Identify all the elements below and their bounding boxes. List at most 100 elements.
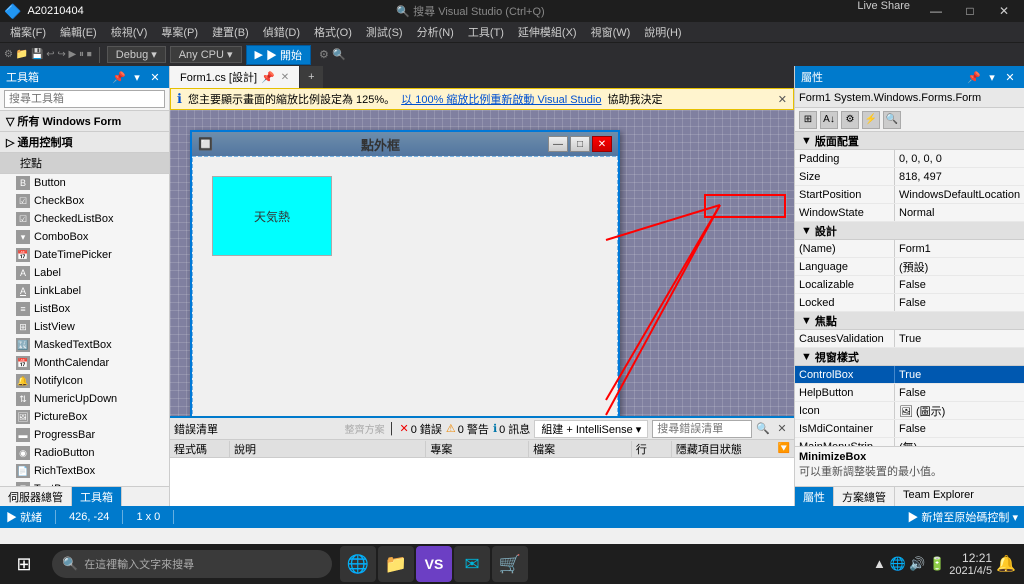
- props-val-language[interactable]: (預設): [895, 258, 1024, 275]
- props-section-windowstyle[interactable]: ▼ 視窗樣式: [795, 348, 1024, 366]
- menu-tools[interactable]: 工具(T): [462, 22, 510, 42]
- taskbar-app-vs[interactable]: VS: [416, 546, 452, 582]
- props-close-button[interactable]: ✕: [1002, 69, 1018, 85]
- props-row-padding[interactable]: Padding 0, 0, 0, 0: [795, 150, 1024, 168]
- menu-project[interactable]: 專案(P): [155, 22, 204, 42]
- form-body[interactable]: 天気熱: [192, 156, 618, 416]
- filter-icon-button[interactable]: 🔍: [756, 422, 770, 435]
- taskbar-search-box[interactable]: 🔍 在這裡輸入文字來搜尋: [52, 550, 332, 578]
- toolbox-item-linklabel[interactable]: A LinkLabel: [0, 282, 169, 300]
- error-count-badge[interactable]: ✕ 0 錯誤: [399, 421, 441, 437]
- toolbox-item-button[interactable]: B Button: [0, 174, 169, 192]
- menu-view[interactable]: 檢視(V): [105, 22, 154, 42]
- tab-solution-explorer[interactable]: 方案總管: [834, 487, 895, 506]
- props-val-controlbox[interactable]: True: [895, 366, 1024, 383]
- menu-extensions[interactable]: 延伸模組(X): [512, 22, 583, 42]
- warning-count-badge[interactable]: ⚠ 0 警告: [446, 421, 489, 437]
- toolbox-item-progressbar[interactable]: ▬ ProgressBar: [0, 426, 169, 444]
- props-row-name[interactable]: (Name) Form1: [795, 240, 1024, 258]
- toolbox-item-numericupdown[interactable]: ⇅ NumericUpDown: [0, 390, 169, 408]
- props-properties-icon[interactable]: ⚙: [841, 111, 859, 129]
- maximize-button[interactable]: □: [954, 0, 986, 22]
- taskbar-app-explorer[interactable]: 📁: [378, 546, 414, 582]
- toolbox-section-controls[interactable]: 控點: [0, 153, 169, 174]
- toolbox-item-maskedtextbox[interactable]: 🔣 MaskedTextBox: [0, 336, 169, 354]
- toolbox-tab[interactable]: 工具箱: [72, 487, 122, 506]
- start-button[interactable]: ▶ ▶ 開始: [246, 45, 312, 65]
- toolbox-item-listbox[interactable]: ≡ ListBox: [0, 300, 169, 318]
- props-menu-button[interactable]: ▾: [984, 69, 1000, 85]
- form-maximize-button[interactable]: □: [570, 136, 590, 152]
- menu-edit[interactable]: 編輯(E): [54, 22, 103, 42]
- menu-file[interactable]: 檔案(F): [4, 22, 52, 42]
- props-val-localizable[interactable]: False: [895, 276, 1024, 293]
- props-row-ismdicontainer[interactable]: IsMdiContainer False: [795, 420, 1024, 438]
- props-val-ismdicontainer[interactable]: False: [895, 420, 1024, 437]
- props-val-helpbutton[interactable]: False: [895, 384, 1024, 401]
- toolbox-item-radiobutton[interactable]: ◉ RadioButton: [0, 444, 169, 462]
- props-row-size[interactable]: Size 818, 497: [795, 168, 1024, 186]
- form-cyan-button[interactable]: 天気熱: [212, 176, 332, 256]
- toolbox-item-datetimepicker[interactable]: 📅 DateTimePicker: [0, 246, 169, 264]
- props-alphabetical-icon[interactable]: A↓: [820, 111, 838, 129]
- form-window[interactable]: 🔲 點外框 — □ ✕ 天気熱: [190, 130, 620, 416]
- props-row-localizable[interactable]: Localizable False: [795, 276, 1024, 294]
- tab-properties[interactable]: 屬性: [795, 487, 834, 506]
- props-section-design[interactable]: ▼ 設計: [795, 222, 1024, 240]
- form-close-button[interactable]: ✕: [592, 136, 612, 152]
- search-bar[interactable]: 🔍 搜尋 Visual Studio (Ctrl+Q): [396, 3, 544, 19]
- toolbox-close-button[interactable]: ✕: [147, 69, 163, 85]
- tab-form1-designer[interactable]: Form1.cs [設計] 📌 ✕: [170, 66, 300, 88]
- props-val-size[interactable]: 818, 497: [895, 168, 1024, 185]
- menu-build[interactable]: 建置(B): [206, 22, 255, 42]
- props-row-locked[interactable]: Locked False: [795, 294, 1024, 312]
- props-val-mainmenustrip[interactable]: (無): [895, 438, 1024, 446]
- toolbox-item-notifyicon[interactable]: 🔔 NotifyIcon: [0, 372, 169, 390]
- toolbox-item-combobox[interactable]: ▾ ComboBox: [0, 228, 169, 246]
- props-val-windowstate[interactable]: Normal: [895, 204, 1024, 221]
- hidden-filter-button[interactable]: 🔽: [774, 443, 794, 454]
- props-row-causesvalidation[interactable]: CausesValidation True: [795, 330, 1024, 348]
- tab-team-explorer[interactable]: Team Explorer: [895, 487, 982, 506]
- taskbar-app-store[interactable]: 🛒: [492, 546, 528, 582]
- props-events-icon[interactable]: ⚡: [862, 111, 880, 129]
- toolbox-item-checkbox[interactable]: ☑ CheckBox: [0, 192, 169, 210]
- menu-test[interactable]: 測試(S): [360, 22, 409, 42]
- cpu-dropdown[interactable]: Any CPU ▾: [170, 46, 242, 63]
- props-val-padding[interactable]: 0, 0, 0, 0: [895, 150, 1024, 167]
- toolbox-item-label[interactable]: A Label: [0, 264, 169, 282]
- minimize-button[interactable]: —: [920, 0, 952, 22]
- designer-area[interactable]: 🔲 點外框 — □ ✕ 天気熱: [170, 110, 794, 416]
- error-panel-close[interactable]: ✕: [774, 421, 790, 437]
- debug-dropdown[interactable]: Debug ▾: [107, 46, 166, 63]
- toolbox-item-picturebox[interactable]: 🖼 PictureBox: [0, 408, 169, 426]
- toolbox-menu-button[interactable]: ▾: [129, 69, 145, 85]
- props-val-causesvalidation[interactable]: True: [895, 330, 1024, 347]
- props-row-windowstate[interactable]: WindowState Normal: [795, 204, 1024, 222]
- props-val-name[interactable]: Form1: [895, 240, 1024, 257]
- toolbox-item-listview[interactable]: ⊞ ListView: [0, 318, 169, 336]
- info-link-restart[interactable]: 以 100% 縮放比例重新啟動 Visual Studio: [401, 91, 601, 107]
- toolbox-item-checkedlistbox[interactable]: ☑ CheckedListBox: [0, 210, 169, 228]
- notification-icon[interactable]: 🔔: [996, 554, 1016, 574]
- toolbox-item-monthcalendar[interactable]: 📅 MonthCalendar: [0, 354, 169, 372]
- props-section-layout[interactable]: ▼ 版面配置: [795, 132, 1024, 150]
- props-categorized-icon[interactable]: ⊞: [799, 111, 817, 129]
- props-section-focus[interactable]: ▼ 焦點: [795, 312, 1024, 330]
- server-explorer-tab[interactable]: 伺服器總管: [0, 487, 72, 506]
- props-search-icon[interactable]: 🔍: [883, 111, 901, 129]
- intellisense-filter[interactable]: 組建 + IntelliSense ▾: [534, 420, 648, 438]
- props-row-mainmenustrip[interactable]: MainMenuStrip (無): [795, 438, 1024, 446]
- toolbox-section-all-windows-forms[interactable]: ▽ 所有 Windows Form: [0, 111, 169, 132]
- toolbox-pin-button[interactable]: 📌: [111, 69, 127, 85]
- search-errors-input[interactable]: [652, 420, 752, 438]
- info-close-button[interactable]: ✕: [778, 93, 787, 106]
- close-button[interactable]: ✕: [988, 0, 1020, 22]
- toolbox-search-input[interactable]: [4, 90, 165, 108]
- taskbar-app-mail[interactable]: ✉: [454, 546, 490, 582]
- message-count-badge[interactable]: ℹ 0 訊息: [493, 421, 530, 437]
- tab-new[interactable]: +: [300, 66, 323, 88]
- menu-debug[interactable]: 偵錯(D): [257, 22, 306, 42]
- taskbar-clock[interactable]: 12:21 2021/4/5: [949, 551, 992, 577]
- props-row-controlbox[interactable]: ControlBox True: [795, 366, 1024, 384]
